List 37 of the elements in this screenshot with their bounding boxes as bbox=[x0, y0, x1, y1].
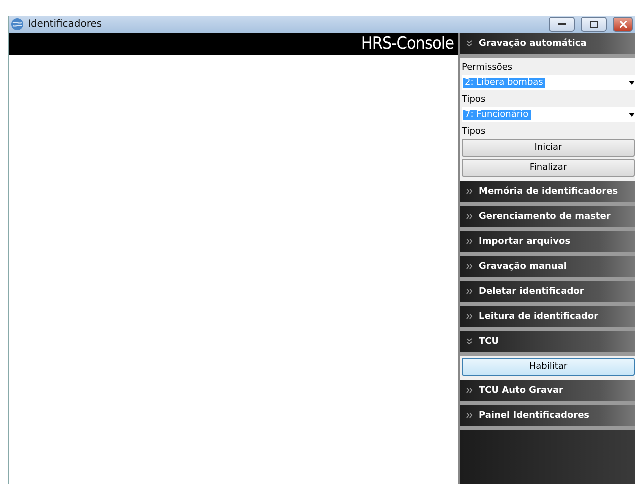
app-brand-header: HRS-Console bbox=[9, 33, 458, 55]
dropdown-arrow-icon bbox=[629, 80, 635, 84]
maximize-button[interactable] bbox=[581, 17, 607, 32]
globe-icon bbox=[11, 18, 24, 31]
section-header[interactable]: Leitura de identificador bbox=[460, 306, 635, 331]
chevron-down-icon bbox=[466, 40, 473, 47]
field-label: Tipos bbox=[462, 94, 487, 105]
chevron-right-icon bbox=[466, 387, 473, 394]
window-title: Identificadores bbox=[28, 19, 104, 30]
chevron-right-icon bbox=[466, 188, 473, 195]
section-header[interactable]: Importar arquivos bbox=[460, 231, 635, 256]
chevron-right-icon bbox=[466, 238, 473, 245]
section-header[interactable]: Deletar identificador bbox=[460, 281, 635, 306]
chevron-down-icon bbox=[466, 338, 473, 345]
action-button[interactable]: Finalizar bbox=[462, 159, 635, 177]
section-header[interactable]: Painel Identificadores bbox=[460, 405, 635, 430]
section-header[interactable]: TCU bbox=[460, 331, 635, 356]
close-button[interactable] bbox=[613, 17, 633, 32]
field-label: Permissões bbox=[462, 62, 514, 73]
section-header[interactable]: Gravação manual bbox=[460, 256, 635, 281]
close-icon bbox=[620, 21, 626, 28]
section-header[interactable]: Gravação automática bbox=[460, 33, 635, 58]
chevron-right-icon bbox=[466, 213, 473, 220]
minimize-button[interactable] bbox=[549, 17, 575, 32]
section-header[interactable]: TCU Auto Gravar bbox=[460, 380, 635, 405]
section-header[interactable]: Gerenciamento de master bbox=[460, 206, 635, 231]
action-button[interactable]: Iniciar bbox=[462, 139, 635, 157]
chevron-right-icon bbox=[466, 412, 473, 419]
maximize-icon bbox=[590, 21, 598, 28]
field-label: Tipos bbox=[462, 126, 487, 137]
action-button[interactable]: Habilitar bbox=[462, 358, 635, 376]
dropdown-arrow-icon bbox=[629, 112, 635, 116]
chevron-right-icon bbox=[466, 263, 473, 270]
section-header[interactable]: Memória de identificadores bbox=[460, 181, 635, 206]
chevron-right-icon bbox=[466, 313, 473, 320]
minimize-icon bbox=[558, 23, 566, 26]
chevron-right-icon bbox=[466, 288, 473, 295]
